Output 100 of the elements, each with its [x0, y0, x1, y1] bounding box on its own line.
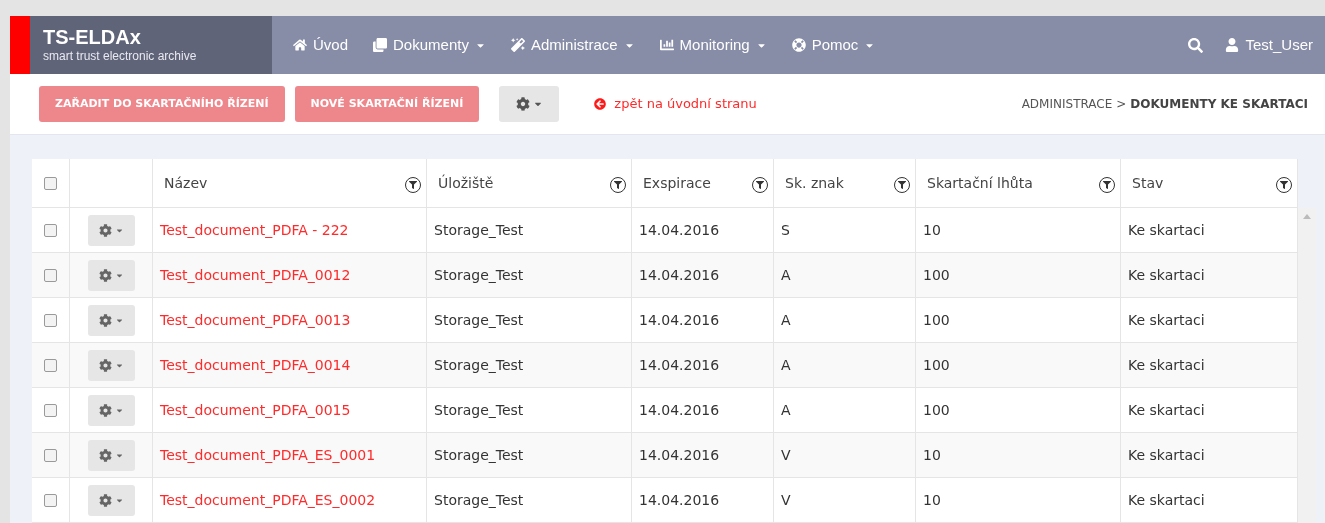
user-icon: [1225, 38, 1240, 52]
table-cell-text: Ke skartaci: [1128, 445, 1205, 465]
table-cell-text: A: [781, 400, 791, 420]
table-cell-text: Storage_Test: [434, 400, 524, 420]
table-cell-text: 14.04.2016: [639, 355, 720, 375]
row-actions-button[interactable]: [87, 394, 135, 426]
table-cell-text: 100: [923, 310, 950, 330]
table-cell-text: Ke skartaci: [1128, 490, 1205, 510]
document-link[interactable]: Test_document_PDFA_0013: [160, 309, 351, 331]
search-icon[interactable]: [1188, 37, 1204, 53]
table-cell-text: 14.04.2016: [639, 490, 720, 510]
table-cell-text: Ke skartaci: [1128, 400, 1205, 420]
document-link[interactable]: Test_document_PDFA_0015: [160, 399, 351, 421]
table-cell-text: V: [781, 445, 791, 465]
wand-icon: [510, 38, 525, 52]
document-link[interactable]: Test_document_PDFA_ES_0002: [160, 489, 376, 511]
nav-item[interactable]: Dokumenty: [373, 33, 486, 57]
table-cell-text: Storage_Test: [434, 490, 524, 510]
row-actions-button[interactable]: [87, 484, 135, 516]
column-header[interactable]: Stav: [1132, 172, 1164, 194]
table-cell-text: A: [781, 265, 791, 285]
column-header[interactable]: Úložiště: [438, 172, 494, 194]
table-cell-text: 100: [923, 400, 950, 420]
nav-item[interactable]: Administrace: [510, 33, 635, 57]
table-cell-text: 14.04.2016: [639, 310, 720, 330]
table-cell-text: Storage_Test: [434, 265, 524, 285]
brand-accent: [10, 16, 30, 74]
brand-subtitle: smart trust electronic archive: [43, 48, 198, 64]
back-icon: [594, 98, 607, 110]
table-cell-text: 14.04.2016: [639, 265, 720, 285]
table-cell-text: Ke skartaci: [1128, 355, 1205, 375]
table-cell-text: 14.04.2016: [639, 220, 720, 240]
table-cell-text: S: [781, 220, 790, 240]
gear-icon: [98, 493, 112, 507]
column-header[interactable]: Exspirace: [643, 172, 711, 194]
gear-icon: [98, 313, 112, 327]
row-actions-button[interactable]: [87, 439, 135, 471]
checkbox[interactable]: [44, 176, 57, 190]
checkbox[interactable]: [44, 313, 57, 327]
table-cell-text: Ke skartaci: [1128, 265, 1205, 285]
checkbox[interactable]: [44, 268, 57, 282]
table-cell-text: A: [781, 310, 791, 330]
home-icon: [293, 38, 307, 52]
document-link[interactable]: Test_document_PDFA - 222: [160, 219, 349, 241]
table-cell-text: Storage_Test: [434, 355, 524, 375]
table-cell-text: 10: [923, 490, 941, 510]
gear-icon: [98, 448, 112, 462]
table-cell-text: V: [781, 490, 791, 510]
row-actions-button[interactable]: [87, 259, 135, 291]
checkbox[interactable]: [44, 403, 57, 417]
nav-label: Úvod: [313, 34, 349, 55]
column-header[interactable]: Skartační lhůta: [927, 172, 1033, 194]
nav-label: Pomoc: [811, 34, 859, 55]
user-menu[interactable]: Test_User: [1225, 33, 1325, 57]
action-button[interactable]: NOVÉ SKARTAČNÍ ŘÍZENÍ: [294, 86, 480, 122]
settings-dropdown-button[interactable]: [499, 86, 560, 122]
table-cell-text: Ke skartaci: [1128, 220, 1205, 240]
table-cell-text: Ke skartaci: [1128, 310, 1205, 330]
nav-item[interactable]: Monitoring: [659, 33, 767, 57]
lifebuoy-icon: [791, 38, 806, 52]
table-cell-text: 14.04.2016: [639, 445, 720, 465]
gear-icon: [98, 223, 112, 237]
table-cell-text: A: [781, 355, 791, 375]
table-cell-text: 100: [923, 265, 950, 285]
table-cell-text: Storage_Test: [434, 310, 524, 330]
breadcrumb-item[interactable]: ADMINISTRACE: [1021, 95, 1113, 113]
nav-label: Monitoring: [679, 34, 750, 55]
brand-title: TS-ELDAx: [43, 26, 142, 48]
bar-chart-icon: [659, 38, 674, 52]
back-link[interactable]: zpět na úvodní stranu: [614, 94, 757, 114]
scrollbar[interactable]: [1298, 208, 1316, 523]
breadcrumb-separator: >: [1116, 96, 1127, 113]
column-header[interactable]: Název: [164, 172, 208, 194]
table-cell-text: 14.04.2016: [639, 400, 720, 420]
row-actions-button[interactable]: [87, 214, 135, 246]
column-header[interactable]: Sk. znak: [785, 172, 844, 194]
gear-icon: [98, 403, 112, 417]
checkbox[interactable]: [44, 448, 57, 462]
nav-item[interactable]: Pomoc: [791, 33, 876, 57]
document-link[interactable]: Test_document_PDFA_0012: [160, 264, 351, 286]
documents-icon: [373, 38, 388, 52]
row-actions-button[interactable]: [87, 349, 135, 381]
gear-icon: [98, 358, 112, 372]
breadcrumb-current: DOKUMENTY KE SKARTACI: [1130, 96, 1308, 113]
table-cell-text: Storage_Test: [434, 220, 524, 240]
nav-label: Dokumenty: [393, 34, 469, 55]
table-cell-text: 10: [923, 220, 941, 240]
gear-icon: [98, 268, 112, 282]
table-cell-text: Storage_Test: [434, 445, 524, 465]
action-button[interactable]: ZAŘADIT DO SKARTAČNÍHO ŘÍZENÍ: [39, 86, 285, 122]
nav-label: Administrace: [530, 34, 618, 55]
checkbox[interactable]: [44, 223, 57, 237]
checkbox[interactable]: [44, 493, 57, 507]
gear-icon: [515, 97, 530, 111]
document-link[interactable]: Test_document_PDFA_0014: [160, 354, 351, 376]
checkbox[interactable]: [44, 358, 57, 372]
row-actions-button[interactable]: [87, 304, 135, 336]
document-link[interactable]: Test_document_PDFA_ES_0001: [160, 444, 376, 466]
table-cell-text: 100: [923, 355, 950, 375]
nav-item[interactable]: Úvod: [293, 33, 349, 57]
